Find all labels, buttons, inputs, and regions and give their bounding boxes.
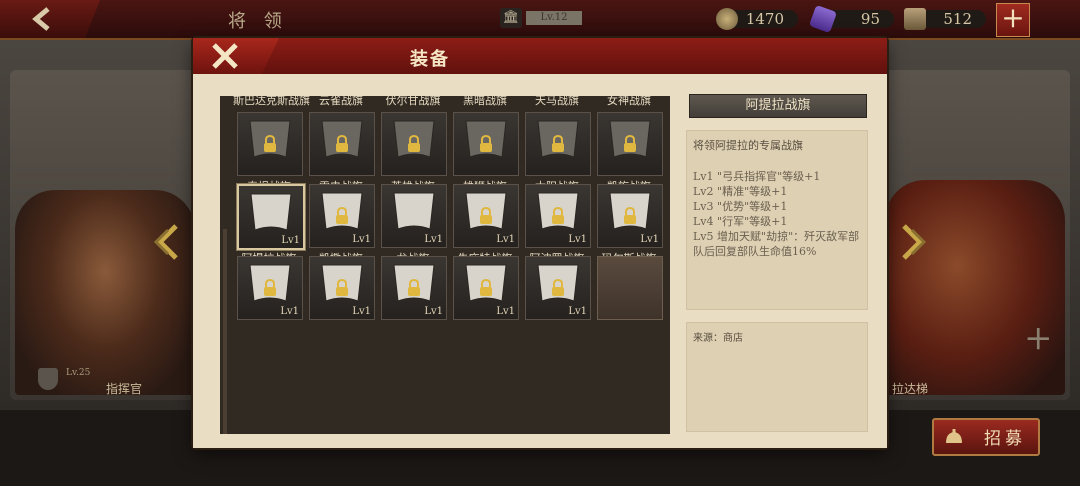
level-tag: Lv1 [281, 235, 300, 246]
banner-thumbnail: Lv1 [309, 256, 375, 320]
banner-slot[interactable]: Lv1 [377, 256, 449, 368]
banner-thumbnail [597, 112, 663, 176]
empty-slot-thumb [597, 256, 663, 320]
scrollbar[interactable] [223, 229, 227, 434]
banner-label: 伏尔甘战旗 [385, 96, 441, 107]
lock-icon [480, 207, 492, 224]
banner-thumbnail: Lv1 [453, 184, 519, 248]
hero-portrait-right[interactable] [885, 180, 1065, 395]
level-tag: Lv1 [352, 234, 371, 245]
modal-body: 斯巴达克斯战旗云雀战旗伏尔甘战旗黑暗战旗天马战旗女神战旗泰坦战旗雷电战旗英雄战旗… [193, 74, 887, 448]
banner-thumbnail: Lv1 [381, 256, 447, 320]
banner-slot[interactable] [593, 256, 665, 368]
banner-thumbnail [453, 112, 519, 176]
lock-icon [336, 279, 348, 296]
lock-icon [480, 279, 492, 296]
level-tag: Lv1 [640, 234, 659, 245]
troop-icon [904, 8, 926, 30]
banner-label: 斯巴达克斯战旗 [233, 96, 310, 107]
helmet-icon [946, 429, 962, 443]
banner-slot[interactable]: Lv1 [521, 256, 593, 368]
hero-portrait-left[interactable] [15, 190, 195, 395]
modal-header: 装备 [193, 38, 887, 74]
level-tag: Lv1 [352, 306, 371, 317]
banner-slot[interactable]: Lv1 [305, 256, 377, 368]
troop-counter: 512 [904, 8, 986, 30]
level-tag: Lv1 [280, 306, 299, 317]
banner-icon [250, 193, 292, 231]
recruit-button[interactable]: 招募 [932, 418, 1040, 456]
detail-line: Lv5 增加天赋"劫掠"：歼灭敌军部队后回复部队生命值16% [693, 230, 860, 258]
level-tag: Lv1 [424, 234, 443, 245]
banner-thumbnail [309, 112, 375, 176]
detail-line: Lv3 "优势"等级+1 [693, 200, 788, 213]
lock-icon [264, 135, 276, 152]
detail-line: Lv1 "弓兵指挥官"等级+1 [693, 170, 821, 183]
banner-icon [393, 192, 435, 230]
source-text: 来源：商店 [693, 333, 743, 344]
banner-slot[interactable]: Lv1 [233, 256, 305, 368]
coin-icon [716, 8, 738, 30]
lock-icon [336, 135, 348, 152]
banner-label: 天马战旗 [535, 96, 579, 107]
level-tag: Lv1 [568, 234, 587, 245]
banner-label: 黑暗战旗 [463, 96, 507, 107]
back-arrow-icon [32, 7, 50, 31]
back-button[interactable] [0, 0, 100, 38]
hero-level: Lv.25 [66, 368, 91, 378]
detail-line: Lv4 "行军"等级+1 [693, 215, 788, 228]
lock-icon [408, 135, 420, 152]
coin-counter: 1470 [716, 8, 798, 30]
banner-thumbnail: Lv1 [237, 256, 303, 320]
banner-thumbnail: Lv1 [525, 184, 591, 248]
banner-thumbnail: Lv1 [453, 256, 519, 320]
banner-thumbnail [237, 112, 303, 176]
lock-icon [480, 135, 492, 152]
detail-line: Lv2 "精准"等级+1 [693, 185, 788, 198]
level-tag: Lv1 [496, 234, 515, 245]
add-hero-icon[interactable]: + [1024, 318, 1053, 358]
banner-label: 女神战旗 [607, 96, 651, 107]
detail-description: 将领阿提拉的专属战旗 [693, 139, 803, 152]
top-bar: 将 领 🏛 Lv.12 1470 95 512 + [0, 0, 1080, 40]
lock-icon [408, 279, 420, 296]
lock-icon [552, 135, 564, 152]
banner-thumbnail [525, 112, 591, 176]
player-level: 🏛 Lv.12 [500, 8, 582, 28]
lock-icon [552, 279, 564, 296]
banner-label: 云雀战旗 [319, 96, 363, 107]
equipment-modal: 装备 斯巴达克斯战旗云雀战旗伏尔甘战旗黑暗战旗天马战旗女神战旗泰坦战旗雷电战旗英… [193, 38, 887, 448]
banner-grid[interactable]: 斯巴达克斯战旗云雀战旗伏尔甘战旗黑暗战旗天马战旗女神战旗泰坦战旗雷电战旗英雄战旗… [220, 96, 670, 434]
source-panel: 来源：商店 [686, 322, 868, 432]
rank-emblem-icon [38, 368, 58, 390]
detail-title: 阿提拉战旗 [689, 94, 867, 118]
screen-title: 将 领 [228, 11, 288, 32]
banner-thumbnail: Lv1 [525, 256, 591, 320]
hero-caption-left: 指挥官 [105, 382, 142, 396]
banner-thumbnail [381, 112, 447, 176]
banner-thumbnail: Lv1 [597, 184, 663, 248]
lock-icon [624, 135, 636, 152]
lock-icon [264, 279, 276, 296]
level-tag: Lv1 [496, 306, 515, 317]
detail-panel: 将领阿提拉的专属战旗 Lv1 "弓兵指挥官"等级+1 Lv2 "精准"等级+1 … [686, 130, 868, 310]
prev-hero-arrow-icon[interactable] [152, 222, 182, 262]
banner-thumbnail: Lv1 [309, 184, 375, 248]
gem-counter: 95 [808, 4, 894, 34]
banner-thumbnail: Lv1 [381, 184, 447, 248]
temple-icon: 🏛 [500, 8, 522, 28]
level-tag: Lv1 [568, 306, 587, 317]
level-tag: Lv1 [424, 306, 443, 317]
lock-icon [552, 207, 564, 224]
lock-icon [336, 207, 348, 224]
add-resource-button[interactable]: + [996, 3, 1030, 37]
next-hero-arrow-icon[interactable] [898, 222, 928, 262]
banner-thumbnail: Lv1 [237, 184, 305, 250]
banner-slot[interactable]: Lv1 [449, 256, 521, 368]
close-icon [212, 43, 238, 69]
lock-icon [624, 207, 636, 224]
